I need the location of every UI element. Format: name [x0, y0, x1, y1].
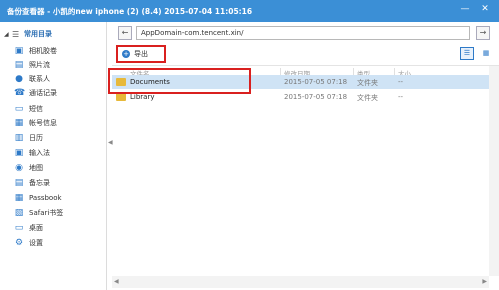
- sidebar-group-common[interactable]: ◢ ☰ 常用目录: [4, 28, 52, 40]
- collapse-caret-icon[interactable]: ◢: [4, 31, 12, 38]
- photo-stream-icon: ▤: [14, 60, 24, 70]
- file-type: 文件夹: [357, 94, 378, 102]
- horizontal-scrollbar[interactable]: ◀ ▶: [112, 276, 489, 288]
- back-button[interactable]: ←: [118, 26, 132, 40]
- sidebar-item-label: Safari书签: [29, 209, 64, 217]
- path-input[interactable]: AppDomain-com.tencent.xin/: [136, 26, 470, 40]
- sidebar-item-sms[interactable]: ▭ 短信: [14, 102, 43, 116]
- desktop-icon: ▭: [14, 223, 24, 233]
- contacts-icon: ●: [15, 74, 23, 84]
- bookmark-icon: ▧: [14, 208, 24, 218]
- file-size: --: [398, 93, 404, 101]
- calendar-icon: ▥: [14, 133, 24, 143]
- file-size: --: [398, 78, 404, 86]
- sidebar-item-label: Passbook: [29, 194, 62, 202]
- sidebar-item-desktop[interactable]: ▭ 桌面: [14, 221, 43, 235]
- camera-roll-icon: ▣: [14, 46, 24, 56]
- toolbar: + 导出 ☰ ▦: [112, 44, 499, 66]
- export-label: 导出: [134, 50, 148, 58]
- account-icon: ▦: [14, 118, 24, 128]
- gear-icon: ⚙: [14, 238, 24, 248]
- sms-icon: ▭: [14, 104, 24, 114]
- folder-icon: [116, 93, 126, 101]
- sidebar-item-maps[interactable]: ◉ 地图: [14, 161, 43, 175]
- sidebar-item-label: 帐号信息: [29, 119, 57, 127]
- sidebar-item-label: 联系人: [29, 75, 50, 83]
- go-button[interactable]: →: [476, 26, 490, 40]
- sidebar-item-call-log[interactable]: ☎ 通话记录: [14, 86, 57, 100]
- scroll-left-icon[interactable]: ◀: [114, 278, 119, 285]
- sidebar-item-label: 输入法: [29, 149, 50, 157]
- sidebar-item-keyboard[interactable]: ▣ 输入法: [14, 146, 50, 160]
- sidebar-item-label: 日历: [29, 134, 43, 142]
- file-name: Library: [130, 93, 155, 101]
- export-button[interactable]: + 导出: [116, 45, 166, 63]
- sidebar-item-camera-roll[interactable]: ▣ 相机胶卷: [14, 44, 57, 58]
- annotation-highlight-box: [108, 68, 251, 94]
- sidebar-item-memo[interactable]: ▤ 备忘录: [14, 176, 50, 190]
- sidebar-item-label: 照片流: [29, 61, 50, 69]
- close-button[interactable]: ✕: [476, 0, 494, 18]
- vertical-scrollbar[interactable]: [489, 66, 499, 276]
- grid-view-icon[interactable]: ▦: [479, 47, 493, 60]
- passbook-icon: ▦: [14, 193, 24, 203]
- sidebar-item-settings[interactable]: ⚙ 设置: [14, 236, 43, 250]
- file-browser: ← AppDomain-com.tencent.xin/ → + 导出 ☰ ▦ …: [112, 22, 499, 290]
- list-icon: ☰: [12, 29, 20, 39]
- scroll-right-icon[interactable]: ▶: [482, 278, 487, 285]
- minimize-button[interactable]: —: [456, 0, 474, 18]
- plus-icon: +: [122, 50, 130, 58]
- sidebar: ◢ ☰ 常用目录 ▣ 相机胶卷 ▤ 照片流 ● 联系人 ☎ 通话记录 ▭ 短信 …: [0, 22, 107, 290]
- memo-icon: ▤: [14, 178, 24, 188]
- sidebar-group-label: 常用目录: [24, 30, 52, 38]
- sidebar-item-calendar[interactable]: ▥ 日历: [14, 131, 43, 145]
- keyboard-icon: ▣: [14, 148, 24, 158]
- sidebar-item-label: 桌面: [29, 224, 43, 232]
- map-pin-icon: ◉: [15, 163, 23, 173]
- sidebar-item-label: 通话记录: [29, 89, 57, 97]
- sidebar-item-photo-stream[interactable]: ▤ 照片流: [14, 58, 50, 72]
- sidebar-item-label: 短信: [29, 105, 43, 113]
- window-title: 备份查看器 - 小凯的new iphone (2) (8.4) 2015-07-…: [7, 7, 253, 16]
- sidebar-item-safari-bookmarks[interactable]: ▧ Safari书签: [14, 206, 64, 220]
- sidebar-item-passbook[interactable]: ▦ Passbook: [14, 191, 62, 205]
- file-modified: 2015-07-05 07:18: [284, 78, 348, 86]
- sidebar-item-label: 备忘录: [29, 179, 50, 187]
- sidebar-item-label: 地图: [29, 164, 43, 172]
- sidebar-item-account[interactable]: ▦ 帐号信息: [14, 116, 57, 130]
- list-view-icon[interactable]: ☰: [460, 47, 474, 60]
- sidebar-item-contacts[interactable]: ● 联系人: [14, 72, 50, 86]
- file-modified: 2015-07-05 07:18: [284, 93, 348, 101]
- file-type: 文件夹: [357, 79, 378, 87]
- title-bar: 备份查看器 - 小凯的new iphone (2) (8.4) 2015-07-…: [0, 0, 499, 22]
- sidebar-item-label: 相机胶卷: [29, 47, 57, 55]
- call-log-icon: ☎: [14, 88, 26, 98]
- sidebar-item-label: 设置: [29, 239, 43, 247]
